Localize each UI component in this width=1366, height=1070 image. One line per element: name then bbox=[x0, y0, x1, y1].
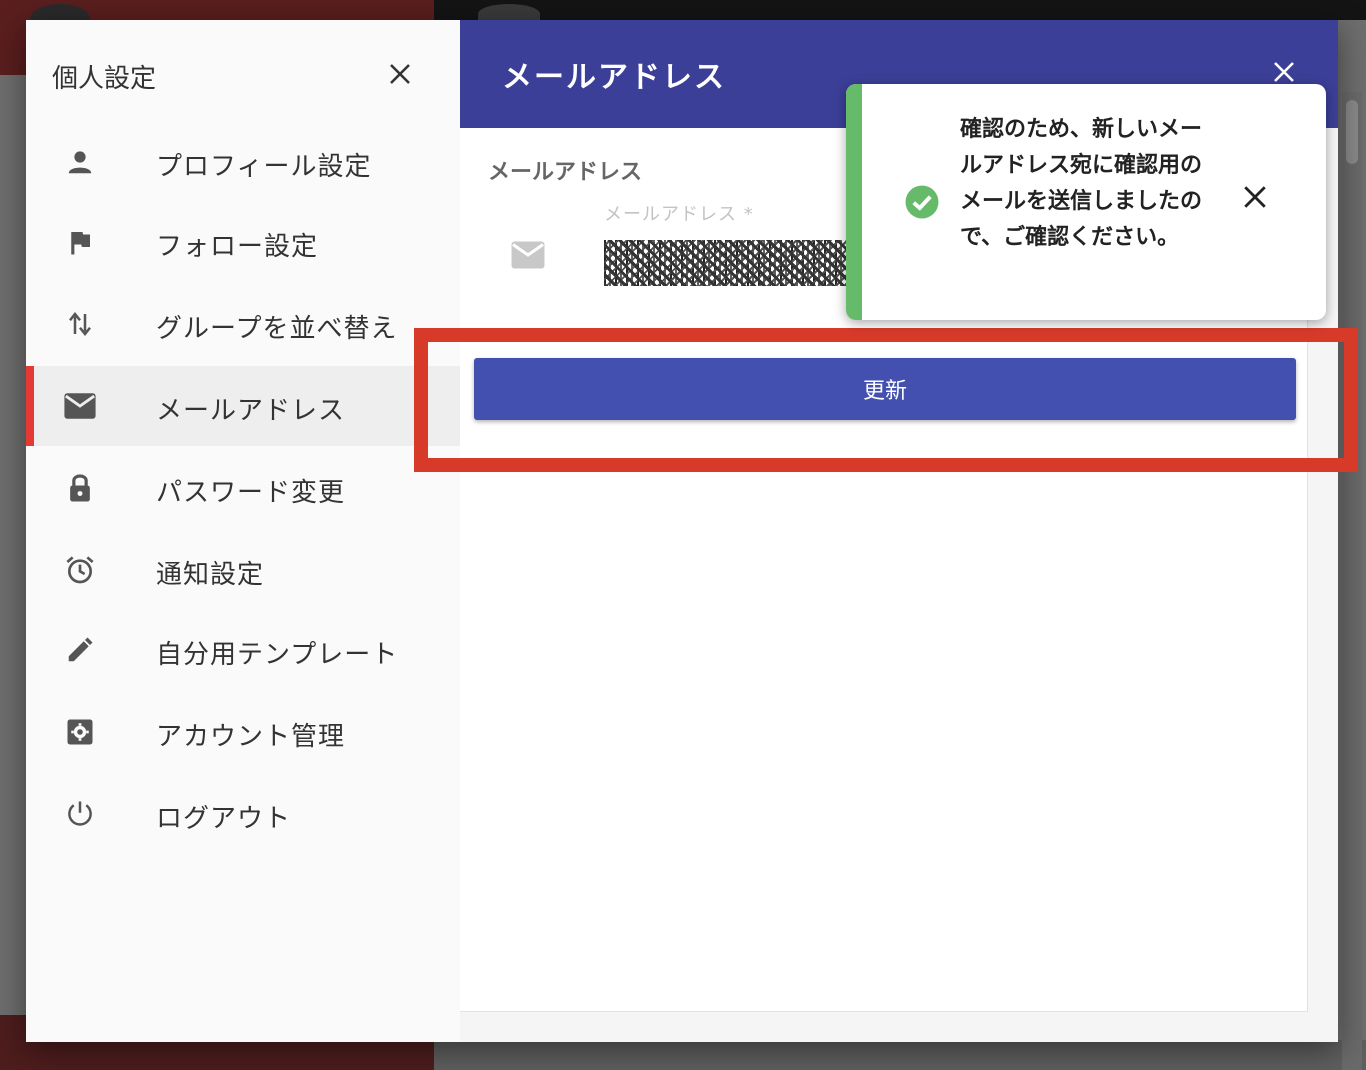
close-icon bbox=[1274, 62, 1294, 82]
sidebar-item-templates[interactable]: 自分用テンプレート bbox=[26, 610, 460, 690]
sort-arrows-icon bbox=[60, 306, 100, 342]
lock-icon bbox=[60, 470, 100, 506]
sidebar-item-label: ログアウト bbox=[156, 804, 292, 834]
sidebar-item-label: プロフィール設定 bbox=[156, 152, 372, 182]
background-bottom-bar-right bbox=[434, 1040, 1366, 1070]
mail-icon bbox=[60, 388, 100, 424]
check-circle-icon bbox=[904, 184, 940, 220]
sidebar-item-label: メールアドレス bbox=[156, 396, 346, 426]
sidebar-item-password[interactable]: パスワード変更 bbox=[26, 448, 460, 528]
sidebar-item-email[interactable]: メールアドレス bbox=[26, 366, 460, 446]
background-scrollbar bbox=[1342, 92, 1362, 1070]
background-topbar-right bbox=[434, 0, 1366, 20]
person-icon bbox=[60, 144, 100, 180]
sidebar-item-label: 自分用テンプレート bbox=[156, 640, 399, 670]
toast-message: 確認のため、新しいメールアドレス宛に確認用のメールを送信しましたので、ご確認くだ… bbox=[960, 117, 1203, 250]
power-icon bbox=[60, 796, 100, 832]
sidebar-item-label: アカウント管理 bbox=[156, 722, 346, 752]
toast-close-button[interactable] bbox=[1242, 184, 1272, 214]
sidebar-item-label: 通知設定 bbox=[156, 560, 265, 590]
mail-icon bbox=[510, 240, 546, 270]
pencil-icon bbox=[60, 632, 100, 668]
sidebar-item-profile[interactable]: プロフィール設定 bbox=[26, 122, 460, 202]
flag-icon bbox=[60, 224, 100, 260]
sidebar-item-logout[interactable]: ログアウト bbox=[26, 774, 460, 854]
sidebar-item-account[interactable]: アカウント管理 bbox=[26, 692, 460, 772]
toast-status-bar bbox=[846, 84, 862, 320]
close-icon bbox=[390, 64, 410, 84]
sidebar-close-button[interactable] bbox=[382, 56, 418, 92]
sidebar-item-follow[interactable]: フォロー設定 bbox=[26, 202, 460, 282]
settings-box-icon bbox=[60, 714, 100, 750]
sidebar-item-label: フォロー設定 bbox=[156, 232, 319, 262]
sidebar-title: 個人設定 bbox=[52, 64, 157, 94]
sidebar-item-label: パスワード変更 bbox=[156, 478, 346, 508]
panel-title: メールアドレス bbox=[502, 60, 726, 95]
background-scrollbar-thumb bbox=[1346, 100, 1358, 164]
sidebar-item-label: グループを並べ替え bbox=[156, 314, 398, 344]
sidebar-item-notifications[interactable]: 通知設定 bbox=[26, 530, 460, 610]
email-field-label: メールアドレス * bbox=[604, 204, 754, 225]
alarm-icon bbox=[60, 552, 100, 588]
email-field-redacted-value[interactable] bbox=[604, 240, 854, 286]
sidebar-item-sort-groups[interactable]: グループを並べ替え bbox=[26, 284, 460, 364]
section-label: メールアドレス bbox=[488, 160, 643, 185]
settings-sidebar: 個人設定 プロフィール設定 フォロー設定 グループを並べ替え メールアドレス パ… bbox=[26, 20, 460, 1042]
sidebar-header: 個人設定 bbox=[26, 20, 460, 130]
close-icon bbox=[1244, 186, 1266, 208]
highlight-annotation bbox=[414, 328, 1358, 472]
success-toast: 確認のため、新しいメールアドレス宛に確認用のメールを送信しましたので、ご確認くだ… bbox=[846, 84, 1326, 320]
